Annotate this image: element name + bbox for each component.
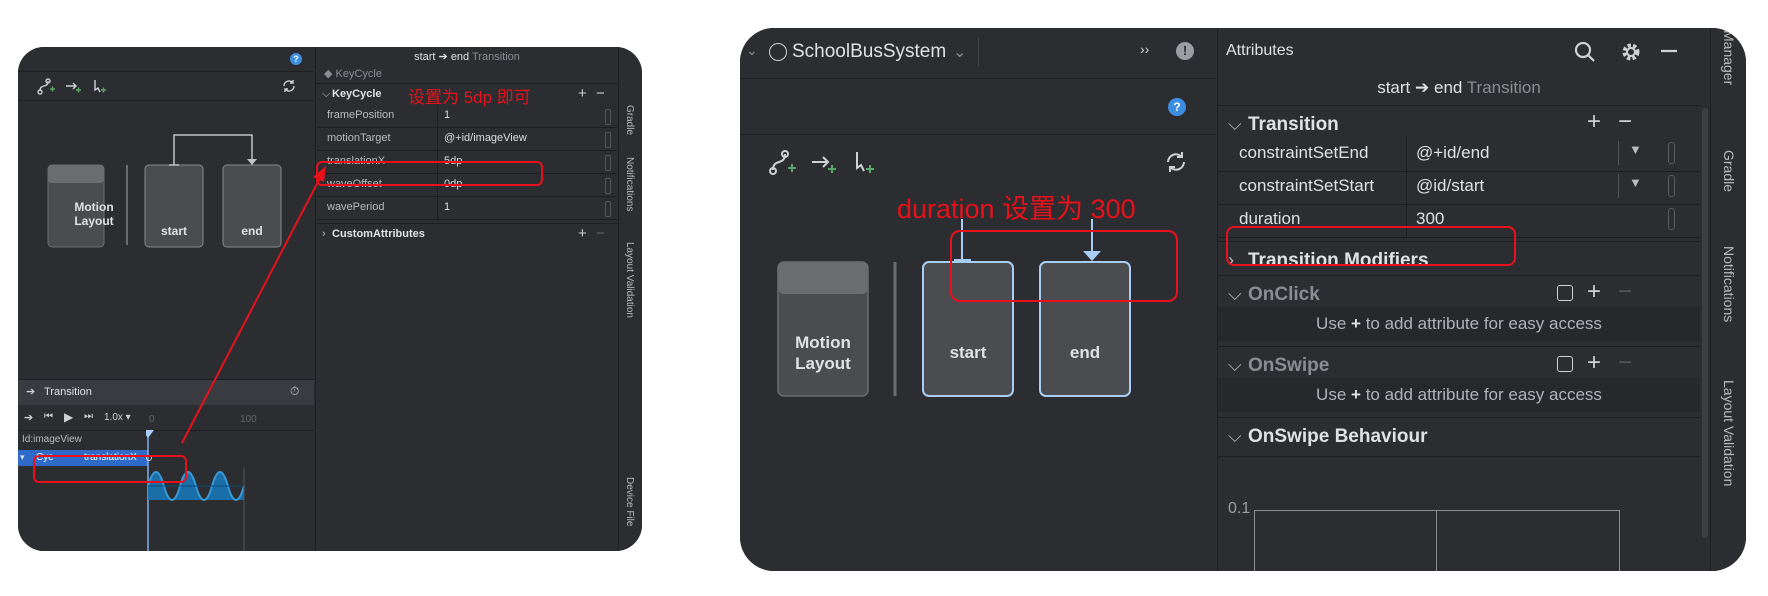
create-onclick-icon[interactable]: [856, 152, 874, 173]
chevron-down-icon: ⌵: [1228, 426, 1242, 446]
chevron-down-icon[interactable]: ▼: [1618, 141, 1653, 165]
motion-layout-node[interactable]: [777, 261, 869, 397]
motion-layout-label-line2: Layout: [795, 354, 851, 373]
chevron-down-icon: ⌵: [1228, 114, 1242, 134]
help-icon[interactable]: ?: [1168, 98, 1186, 116]
scrollbar[interactable]: [1702, 108, 1708, 538]
attributes-title: Attributes: [1226, 42, 1294, 59]
help-strip: [740, 79, 1216, 135]
behaviour-graph-midline: [1436, 510, 1437, 571]
chevron-icon[interactable]: ⌄: [746, 42, 758, 59]
attr-row-constraintsetend[interactable]: constraintSetEnd @+id/end ▼: [1218, 135, 1700, 172]
cycle-icon[interactable]: [1167, 152, 1185, 172]
onclick-checkbox[interactable]: [1557, 285, 1573, 301]
breadcrumb: start ➔ end Transition: [1377, 78, 1541, 97]
end-label: end: [1069, 343, 1101, 362]
remove-attribute-icon[interactable]: −: [1618, 108, 1632, 136]
gear-icon[interactable]: [1622, 43, 1640, 61]
highlight-duration-row: [1226, 226, 1516, 266]
more-icon[interactable]: ››: [1140, 41, 1149, 57]
right-side-toolwindow-strip: Manager Gradle Notifications Layout Vali…: [1710, 28, 1746, 571]
attr-row-constraintsetstart[interactable]: constraintSetStart @id/start ▼: [1218, 168, 1700, 205]
graph-tick: 0.1: [1228, 500, 1251, 517]
onclick-hint: Use + to add attribute for easy access: [1218, 307, 1700, 341]
side-tab-notifications[interactable]: Notifications: [1721, 246, 1737, 322]
motion-editor-overview: ?: [740, 79, 1216, 571]
add-onclick-icon[interactable]: +: [1587, 278, 1601, 306]
onswipe-behaviour-label: OnSwipe Behaviour: [1248, 426, 1428, 447]
warning-icon[interactable]: !: [1176, 42, 1194, 60]
transition-attributes: Attributes start ➔ end Transition ⌵ Tran…: [1217, 28, 1710, 571]
overview-toolbar: [769, 150, 1185, 175]
search-icon[interactable]: [1574, 41, 1595, 62]
onclick-section-label: OnClick: [1248, 284, 1320, 305]
onswipe-checkbox[interactable]: [1557, 356, 1573, 372]
remove-onclick-icon[interactable]: −: [1618, 278, 1632, 306]
attributes-header: Attributes: [1218, 28, 1710, 74]
create-constraintset-icon[interactable]: [769, 150, 796, 175]
right-screenshot-panel: ⌄ SchoolBusSystem ⌄ ›› ! ? Motion Layout…: [740, 28, 1746, 571]
side-tab-layout-validation[interactable]: Layout Validation: [1721, 380, 1737, 486]
header-icons: [1574, 41, 1677, 62]
add-attribute-icon[interactable]: +: [1587, 108, 1601, 136]
motion-layout-label-line1: Motion: [795, 333, 851, 352]
onswipe-hint: Use + to add attribute for easy access: [1218, 378, 1700, 412]
side-tab-manager[interactable]: Manager: [1721, 30, 1737, 85]
chevron-down-icon: ⌵: [1228, 355, 1242, 375]
transition-section-label: Transition: [1248, 114, 1339, 135]
behaviour-graph-frame: [1254, 510, 1620, 571]
onswipe-section-label: OnSwipe: [1248, 355, 1330, 376]
onswipe-behaviour-header[interactable]: ⌵ OnSwipe Behaviour: [1218, 417, 1700, 456]
project-title[interactable]: SchoolBusSystem: [792, 41, 946, 63]
project-icon: [769, 43, 787, 61]
annotation-duration: duration 设置为 300: [897, 194, 1136, 224]
divider: [1218, 456, 1700, 457]
chevron-down-icon[interactable]: ▼: [1618, 174, 1653, 198]
add-onswipe-icon[interactable]: +: [1587, 349, 1601, 377]
highlight-transition-arrow: [950, 230, 1178, 302]
remove-onswipe-icon[interactable]: −: [1618, 349, 1632, 377]
create-transition-icon[interactable]: [812, 156, 836, 173]
titlebar-divider: [978, 38, 979, 66]
chevron-down-icon: ⌵: [1228, 284, 1242, 304]
project-titlebar: ⌄ SchoolBusSystem ⌄ ›› !: [740, 28, 1216, 79]
side-tab-gradle[interactable]: Gradle: [1721, 150, 1737, 192]
project-dropdown-icon[interactable]: ⌄: [953, 42, 966, 62]
start-label: start: [949, 343, 987, 362]
